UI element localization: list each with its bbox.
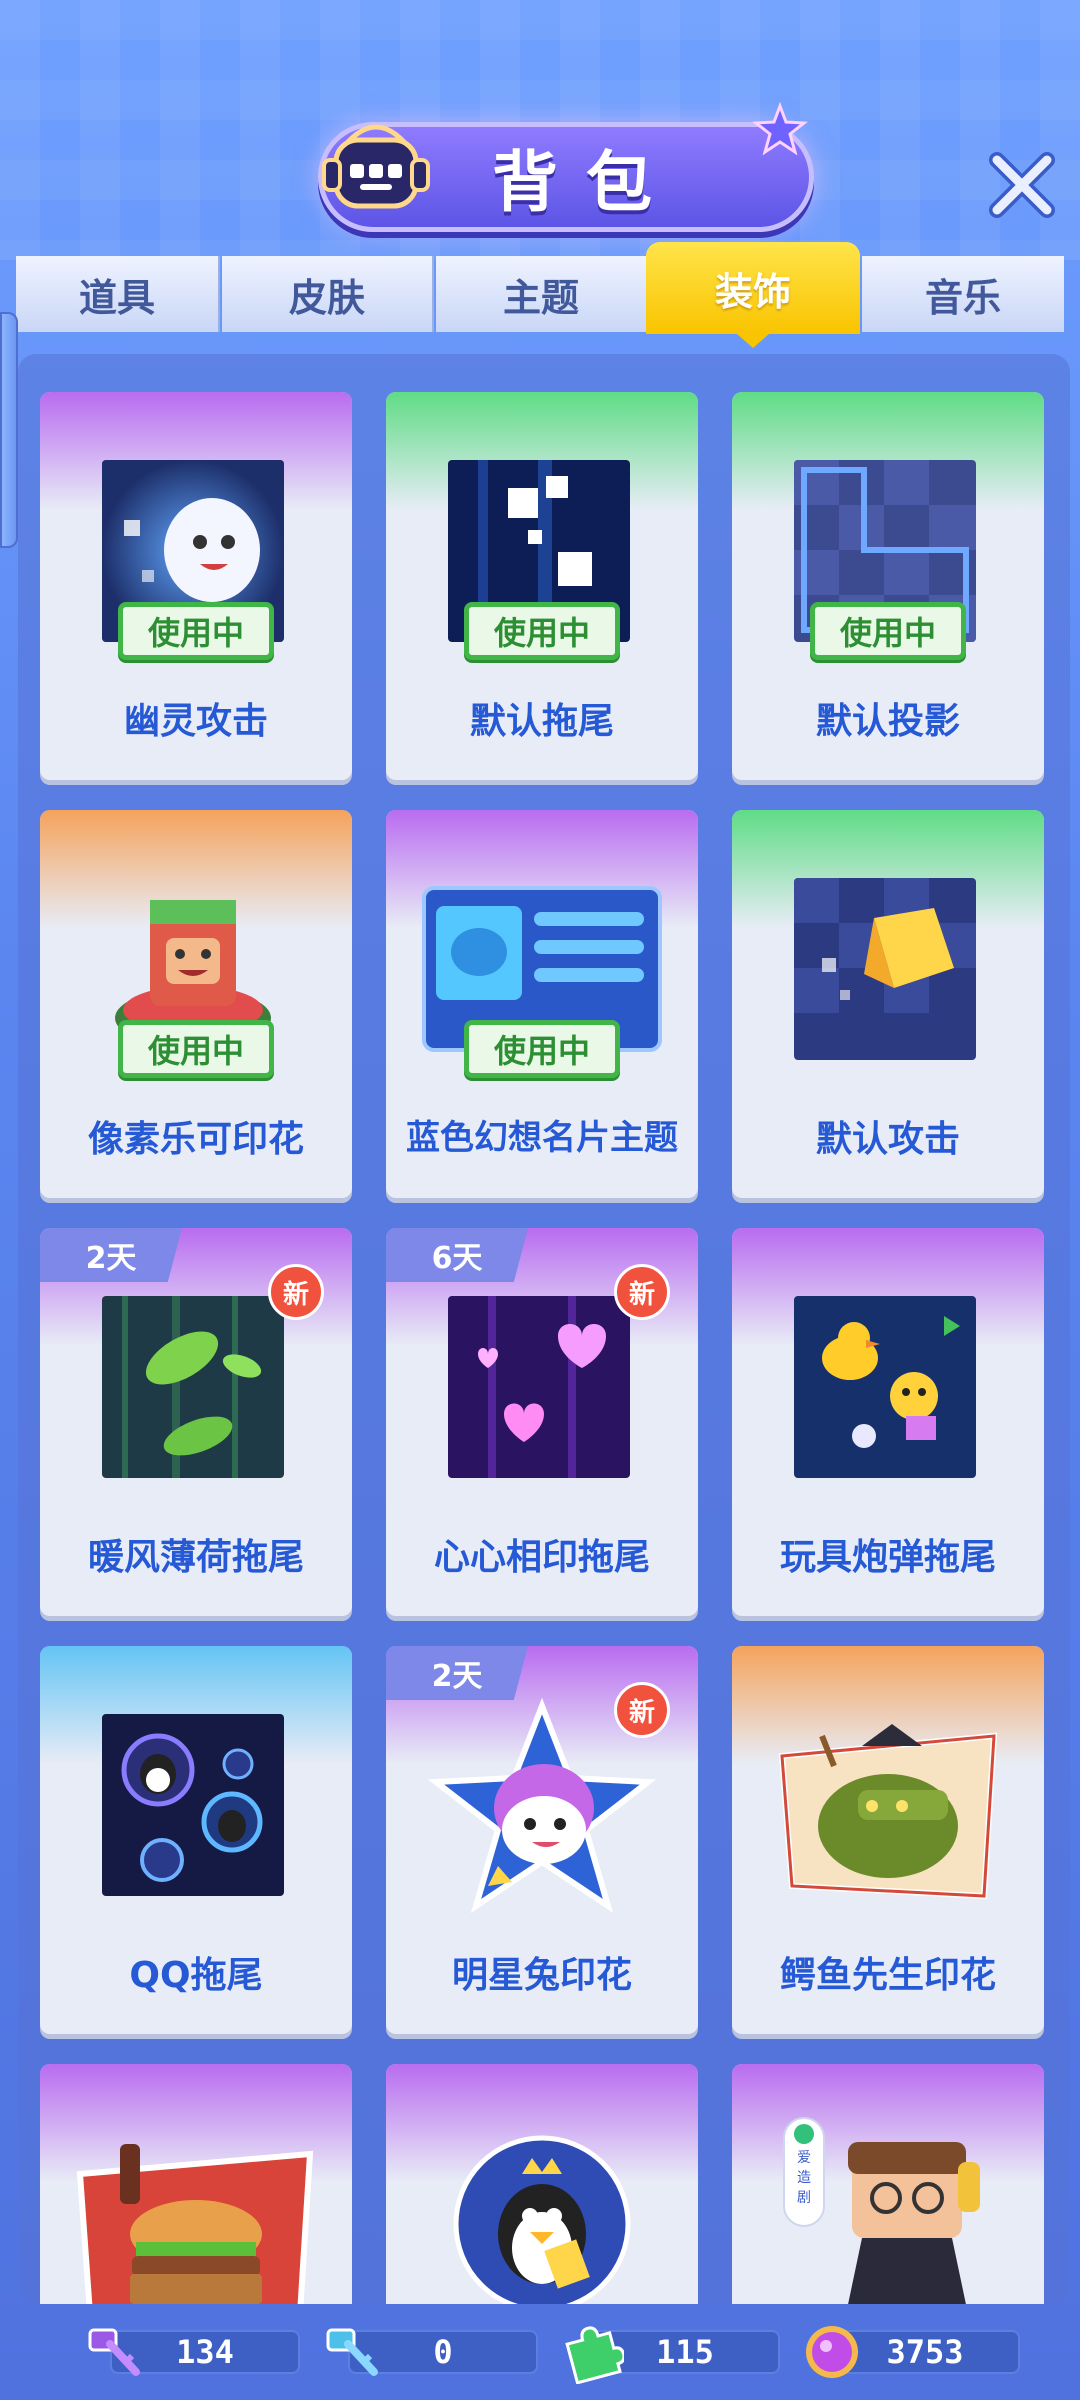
tab-skins[interactable]: 皮肤: [222, 256, 434, 332]
puzzle-piece-icon: [565, 2326, 624, 2384]
tab-themes[interactable]: 主题: [436, 256, 648, 332]
item-card[interactable]: [40, 2064, 352, 2304]
qq-trail-thumbnail: [102, 1714, 284, 1896]
item-name: QQ拖尾: [129, 1955, 263, 1996]
aizaoju-logo-text-1: 爱: [797, 2150, 811, 2166]
item-name: 明星兔印花: [451, 1955, 632, 1996]
currency-bar: 134 0 115 3753: [0, 2302, 1080, 2400]
in-use-badge: 使用中: [118, 602, 274, 660]
item-card[interactable]: 使用中 蓝色幻想名片主题: [386, 810, 698, 1198]
item-card[interactable]: 使用中 幽灵攻击: [40, 392, 352, 780]
item-name: 像素乐可印花: [87, 1119, 304, 1160]
item-name: 心心相印拖尾: [433, 1537, 650, 1578]
toy-cannon-trail-thumbnail: [794, 1296, 976, 1478]
item-name: 幽灵攻击: [123, 701, 268, 742]
new-badge: 新: [614, 1682, 670, 1738]
items-panel: 使用中 幽灵攻击 使用中 默认拖尾 使用中 默认投影 使用中 像素乐可印花 使用…: [18, 354, 1070, 2304]
burger-stamp-thumbnail: [70, 2114, 322, 2304]
in-use-badge: 使用中: [464, 1020, 620, 1078]
item-card[interactable]: QQ拖尾: [40, 1646, 352, 2034]
item-name: 默认拖尾: [469, 701, 614, 742]
page-title: 背包: [492, 144, 680, 221]
gem-counter[interactable]: 3753: [800, 2326, 1030, 2378]
default-attack-thumbnail: [794, 878, 976, 1060]
active-tab-pointer: [737, 334, 769, 348]
side-drawer-handle[interactable]: [0, 312, 18, 548]
duration-badge: 6天: [386, 1228, 528, 1282]
tab-props[interactable]: 道具: [16, 256, 220, 332]
purple-key-counter[interactable]: 134: [80, 2328, 310, 2376]
tab-music[interactable]: 音乐: [862, 256, 1064, 332]
heart-trail-thumbnail: [448, 1296, 630, 1478]
blue-key-counter[interactable]: 0: [318, 2328, 548, 2376]
item-card[interactable]: [386, 2064, 698, 2304]
new-badge: 新: [268, 1264, 324, 1320]
item-name: 默认投影: [815, 701, 960, 742]
close-icon: [989, 152, 1055, 218]
puzzle-counter[interactable]: 115: [560, 2326, 790, 2384]
category-tabs: 道具 皮肤 主题 装饰 音乐: [16, 242, 1064, 334]
item-card[interactable]: 爱 造 剧: [732, 2064, 1044, 2304]
item-card[interactable]: 默认攻击: [732, 810, 1044, 1198]
duration-badge: 2天: [40, 1228, 182, 1282]
purple-key-icon: [88, 2328, 140, 2376]
star-icon: [752, 102, 808, 156]
tab-decorations[interactable]: 装饰: [646, 242, 860, 334]
blue-key-icon: [326, 2328, 378, 2376]
item-card[interactable]: 鳄鱼先生印花: [732, 1646, 1044, 2034]
item-card[interactable]: 2天 新 明星兔印花: [386, 1646, 698, 2034]
item-card[interactable]: 6天 新 心心相印拖尾: [386, 1228, 698, 1616]
mr-crocodile-stamp-thumbnail: [762, 1696, 1014, 1926]
new-badge: 新: [614, 1264, 670, 1320]
item-card[interactable]: 使用中 默认拖尾: [386, 392, 698, 780]
item-name: 暖风薄荷拖尾: [87, 1537, 304, 1578]
item-name: 鳄鱼先生印花: [779, 1955, 996, 1996]
in-use-badge: 使用中: [810, 602, 966, 660]
item-name: 默认攻击: [815, 1119, 960, 1160]
item-card[interactable]: 使用中 默认投影: [732, 392, 1044, 780]
close-button[interactable]: [982, 150, 1062, 220]
purple-gem-icon: [806, 2326, 858, 2378]
aizaoju-logo-text-2: 造: [797, 2170, 811, 2186]
aizaoju-logo-text-3: 剧: [797, 2190, 811, 2206]
item-card[interactable]: 使用中 像素乐可印花: [40, 810, 352, 1198]
item-name: 玩具炮弹拖尾: [779, 1537, 996, 1578]
item-card[interactable]: 2天 新 暖风薄荷拖尾: [40, 1228, 352, 1616]
duration-badge: 2天: [386, 1646, 528, 1700]
aizaoju-character-thumbnail: 爱 造 剧: [782, 2114, 1002, 2304]
item-name: 蓝色幻想名片主题: [406, 1118, 678, 1158]
in-use-badge: 使用中: [118, 1020, 274, 1078]
robot-icon: [322, 124, 430, 209]
item-card[interactable]: 玩具炮弹拖尾: [732, 1228, 1044, 1616]
qq-penguin-stamp-thumbnail: [442, 2124, 642, 2304]
mint-breeze-trail-thumbnail: [102, 1296, 284, 1478]
in-use-badge: 使用中: [464, 602, 620, 660]
